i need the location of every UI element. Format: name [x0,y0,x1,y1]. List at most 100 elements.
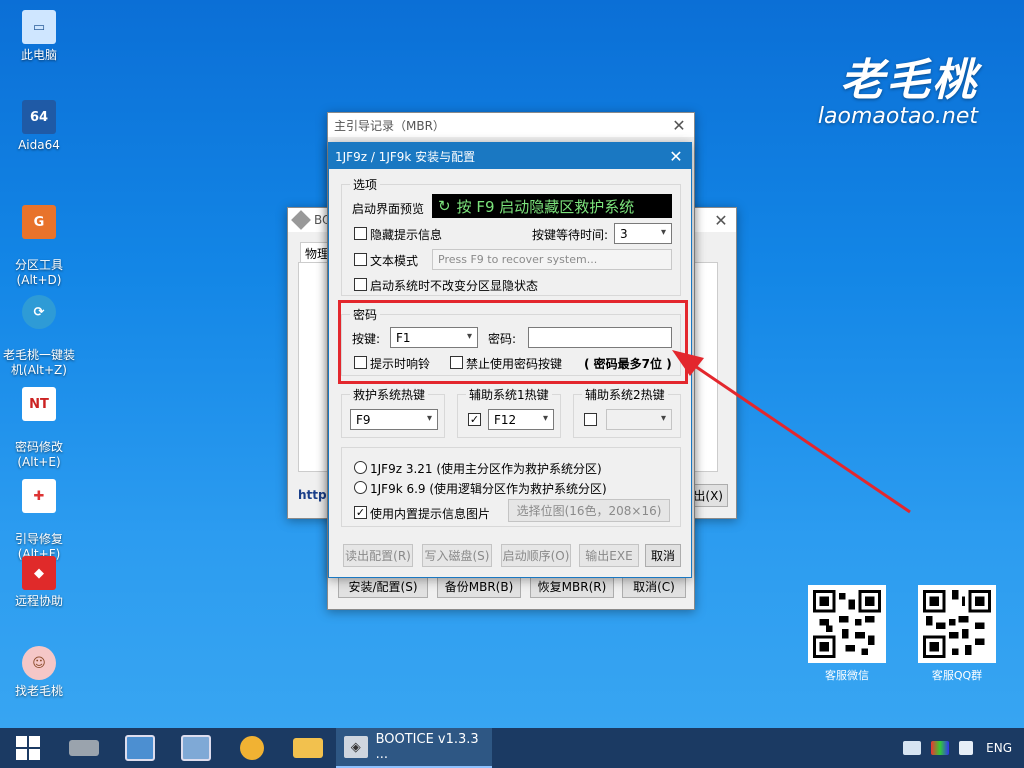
key-icon: NT [22,387,56,421]
text-mode-placeholder: Press F9 to recover system... [438,253,598,266]
backup-mbr-button[interactable]: 备份MBR(B) [437,575,521,598]
memory-chip-icon [69,740,99,756]
chevron-down-icon: ▾ [660,227,666,238]
input-language[interactable]: ENG [986,741,1012,755]
peach-icon: ☺ [22,646,56,680]
aux2-hotkey-title: 辅助系统2热键 [582,386,668,403]
restore-mbr-button[interactable]: 恢复MBR(R) [530,575,614,598]
desktop-icon-label: 此电脑 [20,48,57,62]
boot-order-button[interactable]: 启动顺序(O) [501,544,571,567]
aux2-checkbox[interactable] [584,413,597,426]
select-bitmap-button[interactable]: 选择位图(16色，208×16) [508,499,670,522]
qr-label: 客服QQ群 [931,669,983,682]
chevron-down-icon: ▾ [426,413,432,424]
taskbar-explorer[interactable] [280,728,336,768]
volume-icon[interactable] [959,741,974,755]
wait-time-label: 按键等待时间: [532,228,609,242]
windows-logo-icon [16,736,40,760]
config-cancel-button[interactable]: 取消 [645,544,681,567]
diskgenius-icon: G [22,205,56,239]
annotation-arrow [672,350,911,514]
keep-hidden-checkbox[interactable] [354,278,367,291]
desktop-icon-remote-assist[interactable]: ◆ 远程协助 [0,556,78,609]
preview-text: 按 F9 启动隐藏区救护系统 [456,197,635,216]
keep-hidden-label: 启动系统时不改变分区显隐状态 [370,279,539,293]
start-button[interactable] [0,728,56,768]
hide-prompt-label: 隐藏提示信息 [370,228,443,242]
bootice-taskbar-icon: ◈ [344,736,368,758]
qr-wechat: 客服微信 [808,585,886,683]
taskbar-network-tool[interactable] [112,728,168,768]
rescue-hotkey-select[interactable]: F9 ▾ [350,409,438,430]
mbr-title: 主引导记录（MBR） [334,118,445,133]
install-icon: ⟳ [22,295,56,329]
aida64-icon: 64 [22,100,56,134]
boot-preview: ↻ 按 F9 启动隐藏区救护系统 [432,194,672,218]
taskbar-chip-tool[interactable] [56,728,112,768]
mbr-titlebar: 主引导记录（MBR） ✕ [328,113,694,137]
taskbar-search-tool[interactable] [224,728,280,768]
computer-icon: ▭ [22,10,56,44]
refresh-icon: ↻ [438,197,451,215]
remote-icon: ◆ [22,556,56,590]
qr-code-icon [918,585,996,663]
mode-1jf9k-label: 1JF9k 6.9 (使用逻辑分区作为救护系统分区) [370,482,607,496]
chevron-down-icon: ▾ [542,413,548,424]
desktop-icon-label: Aida64 [18,138,60,152]
builtin-image-label: 使用内置提示信息图片 [370,507,491,521]
brand-logo-url: laomaotao.net [817,104,978,129]
taskbar-bootice[interactable]: ◈ BOOTICE v1.3.3 ... [336,728,492,768]
builtin-image-checkbox[interactable]: ✓ [354,506,367,519]
hide-prompt-checkbox[interactable] [354,227,367,240]
wait-time-select[interactable]: 3 ▾ [614,223,672,244]
options-group: 选项 启动界面预览 ↻ 按 F9 启动隐藏区救护系统 隐藏提示信息 按键等待时间… [341,176,681,296]
desktop-icon-this-pc[interactable]: ▭ 此电脑 [0,10,78,63]
options-group-title: 选项 [350,176,381,193]
rescue-hotkey-group: 救护系统热键 F9 ▾ [341,386,445,438]
close-icon[interactable]: ✕ [706,208,736,232]
mode-1jf9k-radio[interactable] [354,481,367,494]
qr-code-icon [808,585,886,663]
network-icon[interactable] [903,741,922,755]
desktop-icon-label: 远程协助 [14,594,63,608]
preview-label: 启动界面预览 [352,202,425,216]
desktop-icon-find-laomaotao[interactable]: ☺ 找老毛桃 [0,646,78,699]
aux1-hotkey-value: F12 [494,412,517,427]
config-title: 1JF9z / 1JF9k 安装与配置 [335,149,476,164]
display-color-icon[interactable] [931,741,950,755]
aux1-checkbox[interactable]: ✓ [468,413,481,426]
close-icon[interactable]: ✕ [664,113,694,137]
aux1-hotkey-select[interactable]: F12 ▾ [488,409,554,430]
mode-group: 1JF9z 3.21 (使用主分区作为救护系统分区) 1JF9k 6.9 (使用… [341,447,681,527]
aux1-hotkey-title: 辅助系统1热键 [466,386,552,403]
wait-time-value: 3 [620,226,628,241]
bootice-app-icon [291,210,311,230]
install-config-button[interactable]: 安装/配置(S) [338,575,428,598]
mode-1jf9z-radio[interactable] [354,461,367,474]
close-icon[interactable]: ✕ [661,143,691,169]
monitor-network-icon [125,735,155,761]
text-mode-checkbox[interactable] [354,253,367,266]
system-tray: ENG [898,741,1024,755]
annotation-highlight-box [338,300,688,384]
taskbar-bootice-label: BOOTICE v1.3.3 ... [375,732,479,762]
brand-logo-cn: 老毛桃 [840,55,978,106]
rescue-hotkey-title: 救护系统热键 [350,386,429,403]
taskbar: ◈ BOOTICE v1.3.3 ... ENG [0,728,1024,768]
write-disk-button[interactable]: 写入磁盘(S) [422,544,492,567]
read-config-button[interactable]: 读出配置(R) [343,544,413,567]
taskbar-keyboard-tool[interactable] [168,728,224,768]
qr-qq-group: 客服QQ群 [918,585,996,683]
mode-1jf9z-label: 1JF9z 3.21 (使用主分区作为救护系统分区) [370,462,602,476]
desktop-icon-aida64[interactable]: 64 Aida64 [0,100,78,153]
first-aid-icon: ✚ [22,479,56,513]
rescue-hotkey-value: F9 [356,412,371,427]
text-mode-input[interactable]: Press F9 to recover system... [432,249,672,270]
text-mode-label: 文本模式 [370,254,419,268]
keyboard-icon [181,735,211,761]
config-titlebar: 1JF9z / 1JF9k 安装与配置 ✕ [329,143,691,169]
brand-logo: 老毛桃 laomaotao.net [818,44,978,129]
export-exe-button[interactable]: 输出EXE [579,544,639,567]
qr-label: 客服微信 [825,669,869,682]
mbr-cancel-button[interactable]: 取消(C) [622,575,686,598]
